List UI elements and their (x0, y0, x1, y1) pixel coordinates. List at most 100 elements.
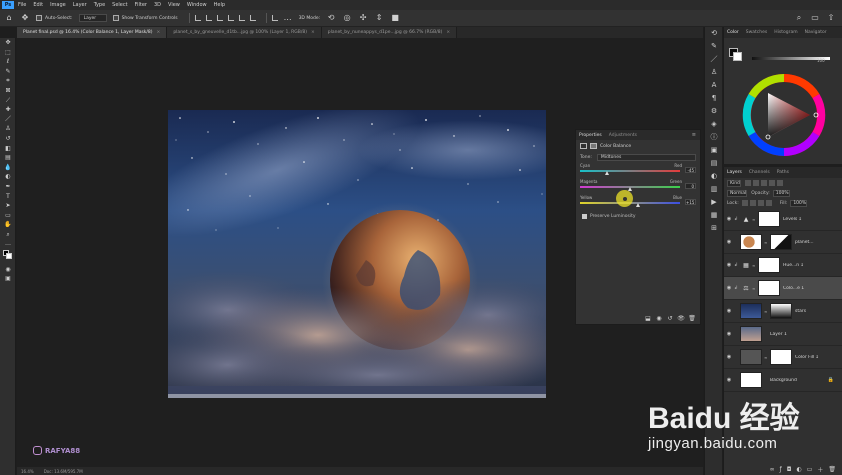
layer-thumbnail[interactable] (740, 303, 762, 319)
3d-rotate-icon[interactable]: ⟲ (326, 13, 336, 23)
path-select-icon[interactable]: ➤ (0, 201, 16, 211)
filter-adjustment-icon[interactable] (752, 180, 759, 186)
tab-paths[interactable]: Paths (777, 170, 789, 175)
share-icon[interactable]: ⇧ (826, 13, 836, 23)
slider-value-input[interactable]: 0 (685, 183, 696, 189)
layer-mask-thumbnail[interactable] (758, 280, 780, 296)
tab-swatches[interactable]: Swatches (746, 30, 768, 35)
color-wheel[interactable] (742, 73, 826, 157)
layer-mask-icon[interactable] (590, 143, 597, 149)
tool-presets-icon[interactable]: ⚙ (705, 105, 723, 118)
3d-scale-icon[interactable]: ■ (390, 13, 400, 23)
visibility-eye-icon[interactable]: ◉ (724, 377, 734, 383)
3d-slide-icon[interactable]: ⇕ (374, 13, 384, 23)
tab-planet-final[interactable]: Planet final.psd @ 16.4% (Color Balance … (17, 27, 168, 38)
quick-select-tool-icon[interactable]: ✎ (0, 67, 16, 77)
align-left-icon[interactable] (194, 15, 201, 21)
align-top-icon[interactable] (227, 15, 234, 21)
new-adjustment-icon[interactable]: ◐ (796, 466, 801, 473)
clip-to-layer-icon[interactable]: ⬓ (644, 315, 652, 322)
cyan-red-slider[interactable]: Cyan Red -45 (580, 162, 696, 178)
slider-track[interactable] (580, 170, 680, 172)
blur-tool-icon[interactable]: 💧 (0, 163, 16, 173)
marquee-tool-icon[interactable]: ⬚ (0, 48, 16, 58)
slider-value-input[interactable]: -45 (685, 167, 696, 173)
layer-row[interactable]: ◉ ∞ Color Fill 1 (724, 346, 842, 369)
clone-stamp-icon[interactable]: ♙ (0, 124, 16, 134)
align-bottom-icon[interactable] (249, 15, 256, 21)
layer-row[interactable]: ◉ ↲ ▲ ∞ Levels 1 (724, 208, 842, 231)
align-middle-icon[interactable] (238, 15, 245, 21)
layer-row[interactable]: ◉ ∞ stars (724, 300, 842, 323)
adjustments-icon[interactable]: ◐ (705, 170, 723, 183)
yellow-blue-slider[interactable]: Yellow Blue +15 (580, 194, 696, 210)
menu-view[interactable]: View (168, 2, 180, 8)
slider-thumb[interactable] (605, 171, 609, 175)
panel-menu-icon[interactable]: ≡ (692, 132, 696, 138)
visibility-eye-icon[interactable]: ◉ (724, 331, 734, 337)
layer-row[interactable]: ◉ Layer 1 (724, 323, 842, 346)
color-swatches[interactable] (0, 249, 16, 260)
visibility-eye-icon[interactable]: ◉ (724, 308, 734, 314)
visibility-eye-icon[interactable]: ◉ (724, 262, 734, 268)
layer-row-selected[interactable]: ◉ ↲ ⚖ ∞ Colo...e 1 (724, 277, 842, 300)
screen-mode-icon[interactable]: ▣ (0, 274, 16, 284)
type-tool-icon[interactable]: T (0, 192, 16, 202)
character-icon[interactable]: A (705, 79, 723, 92)
color-slider-value[interactable]: 100 (817, 58, 825, 63)
layer-row[interactable]: ◉ Background 🔒 (724, 369, 842, 392)
layer-mask-thumbnail[interactable] (770, 234, 792, 250)
fx-icon[interactable]: ƒ (780, 466, 782, 473)
preserve-luminosity-checkbox[interactable] (582, 214, 587, 219)
magenta-green-slider[interactable]: Magenta Green 0 (580, 178, 696, 194)
zoom-level[interactable]: 16.4% (21, 469, 34, 474)
distribute-icon[interactable] (271, 15, 278, 21)
move-tool-icon[interactable]: ✥ (0, 38, 16, 48)
clone-source-icon[interactable]: ♙ (705, 66, 723, 79)
auto-select-dropdown[interactable]: Layer (78, 14, 107, 22)
lock-artboard-icon[interactable] (757, 200, 764, 206)
crop-tool-icon[interactable]: ⌗ (0, 76, 16, 86)
tone-dropdown[interactable]: Midtones (596, 153, 696, 161)
layer-thumbnail[interactable] (740, 326, 762, 342)
layer-thumbnail[interactable] (740, 234, 762, 250)
eraser-tool-icon[interactable]: ◧ (0, 144, 16, 154)
layer-comps-icon[interactable]: ▦ (705, 209, 723, 222)
move-tool-icon[interactable]: ✥ (20, 13, 30, 23)
visibility-eye-icon[interactable]: ◉ (724, 239, 734, 245)
layer-mask-thumbnail[interactable] (770, 349, 792, 365)
close-icon[interactable]: × (157, 30, 161, 35)
layer-mask-thumbnail[interactable] (770, 303, 792, 319)
slider-thumb[interactable] (636, 203, 640, 207)
visibility-eye-icon[interactable]: ◉ (724, 354, 734, 360)
layer-name[interactable]: Color Fill 1 (795, 355, 818, 360)
styles-icon[interactable]: ▥ (705, 183, 723, 196)
layer-name[interactable]: Levels 1 (783, 217, 802, 222)
more-tools-icon[interactable]: … (0, 239, 16, 249)
3d-icon[interactable]: ◈ (705, 118, 723, 131)
menu-window[interactable]: Window (187, 2, 207, 8)
glyphs-icon[interactable]: ⊞ (705, 222, 723, 235)
layer-mask-thumbnail[interactable] (758, 211, 780, 227)
gradient-tool-icon[interactable]: ▤ (0, 153, 16, 163)
actions-icon[interactable]: ▶ (705, 196, 723, 209)
layer-name[interactable]: planet... (795, 240, 814, 245)
tab-properties[interactable]: Properties (579, 133, 602, 138)
align-center-icon[interactable] (205, 15, 212, 21)
layer-thumbnail[interactable] (740, 349, 762, 365)
menu-type[interactable]: Type (94, 2, 105, 8)
history-icon[interactable]: ⟲ (705, 27, 723, 40)
layer-kind-filter[interactable]: Kind (727, 179, 741, 187)
hand-tool-icon[interactable]: ✋ (0, 220, 16, 230)
more-options-icon[interactable]: … (283, 13, 293, 23)
new-layer-icon[interactable]: ＋ (817, 465, 823, 474)
healing-brush-icon[interactable]: ✚ (0, 105, 16, 115)
zoom-tool-icon[interactable]: ⌕ (0, 230, 16, 240)
history-brush-icon[interactable]: ↺ (0, 134, 16, 144)
layer-name[interactable]: Colo...e 1 (783, 286, 804, 291)
tab-adjustments[interactable]: Adjustments (609, 133, 637, 138)
lock-pixels-icon[interactable] (741, 200, 748, 206)
3d-pan-icon[interactable]: ✣ (358, 13, 368, 23)
3d-roll-icon[interactable]: ◎ (342, 13, 352, 23)
dodge-tool-icon[interactable]: ◐ (0, 172, 16, 182)
